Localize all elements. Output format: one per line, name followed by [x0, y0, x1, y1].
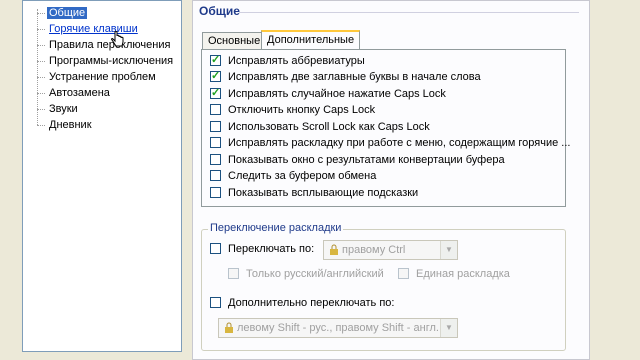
group-title: Переключение раскладки: [208, 222, 344, 234]
option-label: Отключить кнопку Caps Lock: [228, 104, 376, 116]
tree-item-diary[interactable]: Дневник: [37, 118, 94, 132]
checkbox[interactable]: [210, 187, 221, 198]
option-label: Исправлять две заглавные буквы в начале …: [228, 71, 481, 83]
tree-item-label: Звуки: [49, 103, 78, 115]
title-divider: [239, 12, 579, 13]
option-label: Показывать всплывающие подсказки: [228, 187, 419, 199]
tab-advanced[interactable]: Дополнительные: [261, 30, 361, 49]
option-label: Исправлять аббревиатуры: [228, 55, 365, 67]
dropdown-value: правому Ctrl: [342, 244, 406, 256]
settings-tree: Общие Горячие клавиши Правила переключен…: [22, 0, 182, 352]
tree-item-exclusions[interactable]: Программы-исключения: [37, 54, 175, 68]
tab-content: Исправлять аббревиатуры Исправлять две з…: [201, 49, 570, 207]
tree-item-label: Устранение проблем: [49, 71, 156, 83]
tree-item-label: Общие: [47, 7, 88, 19]
checkbox[interactable]: [228, 268, 239, 279]
option-label: Единая раскладка: [416, 268, 510, 280]
general-settings-panel: Общие Основные Дополнительные Исправлять…: [192, 0, 590, 360]
option-label: Переключать по:: [228, 243, 315, 255]
chevron-down-icon[interactable]: ▼: [440, 319, 457, 337]
checkbox[interactable]: [210, 154, 221, 165]
tree-item-label: Правила переключения: [49, 39, 171, 51]
checkbox[interactable]: [210, 170, 221, 181]
checkbox[interactable]: [210, 86, 221, 100]
tree-item-autoreplace[interactable]: Автозамена: [37, 86, 112, 100]
option-label: Только русский/английский: [246, 268, 384, 280]
checkbox[interactable]: [398, 268, 409, 279]
lock-icon: [330, 244, 338, 255]
checkbox[interactable]: [210, 53, 221, 67]
tree-item-switch-rules[interactable]: Правила переключения: [37, 38, 172, 52]
checkbox[interactable]: [210, 297, 221, 308]
option-label: Показывать окно с результатами конвертац…: [228, 154, 505, 166]
checkbox[interactable]: [210, 69, 221, 83]
layout-switch-group: Переключение раскладки Переключать по: п…: [201, 222, 566, 351]
option-label: Следить за буфером обмена: [228, 170, 377, 182]
tree-item-general[interactable]: Общие: [37, 6, 88, 20]
tree-item-label: Горячие клавиши: [49, 23, 138, 35]
dropdown-value: левому Shift - рус., правому Shift - анг…: [237, 322, 439, 334]
option-label: Исправлять раскладку при работе с меню, …: [228, 137, 571, 149]
extra-switch-dropdown[interactable]: левому Shift - рус., правому Shift - анг…: [218, 318, 458, 338]
tree-item-label: Дневник: [49, 119, 92, 131]
tab-basic[interactable]: Основные: [202, 32, 267, 49]
option-label: Дополнительно переключать по:: [228, 297, 395, 309]
checkbox[interactable]: [210, 104, 221, 115]
lock-icon: [225, 322, 233, 333]
switch-key-dropdown[interactable]: правому Ctrl ▼: [323, 240, 458, 260]
tree-item-label: Автозамена: [49, 87, 110, 99]
tree-item-sounds[interactable]: Звуки: [37, 102, 80, 116]
checkbox[interactable]: [210, 243, 221, 254]
option-label: Исправлять случайное нажатие Caps Lock: [228, 88, 446, 100]
tree-item-label: Программы-исключения: [49, 55, 174, 67]
checkbox[interactable]: [210, 121, 221, 132]
option-label: Использовать Scroll Lock как Caps Lock: [228, 121, 430, 133]
hand-cursor-icon: [111, 31, 124, 47]
panel-title: Общие: [199, 4, 240, 18]
checkbox[interactable]: [210, 137, 221, 148]
tree-item-troubleshooting[interactable]: Устранение проблем: [37, 70, 158, 84]
chevron-down-icon[interactable]: ▼: [440, 241, 457, 259]
